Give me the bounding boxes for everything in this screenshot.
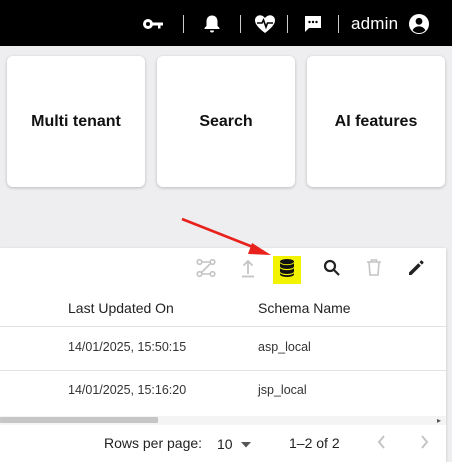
pagination-range: 1–2 of 2 [289, 435, 340, 451]
scroll-right-arrow-icon[interactable]: ▸ [437, 416, 441, 425]
username[interactable]: admin [351, 14, 398, 34]
divider [338, 15, 339, 33]
divider [183, 15, 184, 33]
card-multi-tenant[interactable]: Multi tenant [7, 56, 145, 187]
key-icon[interactable] [142, 13, 164, 35]
database-button[interactable] [273, 256, 301, 284]
rows-per-page-value: 10 [217, 436, 233, 452]
bell-icon[interactable] [201, 13, 223, 35]
dropdown-arrow-icon [240, 435, 251, 453]
cell-last-updated: 14/01/2025, 15:50:15 [68, 340, 187, 354]
lineage-icon [195, 257, 217, 284]
top-app-bar: admin [0, 0, 452, 46]
upload-icon [240, 258, 256, 283]
database-icon [279, 258, 295, 283]
delete-icon [366, 258, 382, 282]
cell-last-updated: 14/01/2025, 15:16:20 [68, 383, 187, 397]
divider [287, 15, 288, 33]
edit-button[interactable] [402, 256, 430, 284]
heart-pulse-icon[interactable] [254, 13, 276, 35]
card-label: Search [199, 112, 253, 130]
card-label: Multi tenant [31, 112, 121, 130]
edit-icon [407, 259, 425, 282]
card-ai-features[interactable]: AI features [307, 56, 445, 187]
divider [240, 15, 241, 33]
lineage-button[interactable] [192, 256, 220, 284]
chevron-left-icon [374, 435, 390, 455]
chat-icon[interactable] [302, 13, 324, 35]
divider [0, 326, 446, 327]
search-button[interactable] [318, 256, 346, 284]
cell-schema-name: jsp_local [258, 383, 307, 397]
rows-per-page-select[interactable]: 10 [217, 433, 251, 455]
divider [0, 370, 446, 371]
previous-page-button[interactable] [374, 433, 390, 456]
column-header-schema-name[interactable]: Schema Name [258, 300, 351, 316]
delete-button[interactable] [360, 256, 388, 284]
upload-button[interactable] [234, 256, 262, 284]
column-header-last-updated[interactable]: Last Updated On [68, 300, 174, 316]
card-search[interactable]: Search [157, 56, 295, 187]
cell-schema-name: asp_local [258, 340, 311, 354]
scrollbar-thumb[interactable] [0, 417, 158, 423]
rows-per-page-label: Rows per page: [104, 435, 203, 451]
account-circle-icon[interactable] [408, 13, 430, 35]
search-icon [323, 259, 341, 282]
chevron-right-icon [416, 435, 432, 455]
card-label: AI features [334, 112, 418, 130]
next-page-button[interactable] [416, 433, 432, 456]
